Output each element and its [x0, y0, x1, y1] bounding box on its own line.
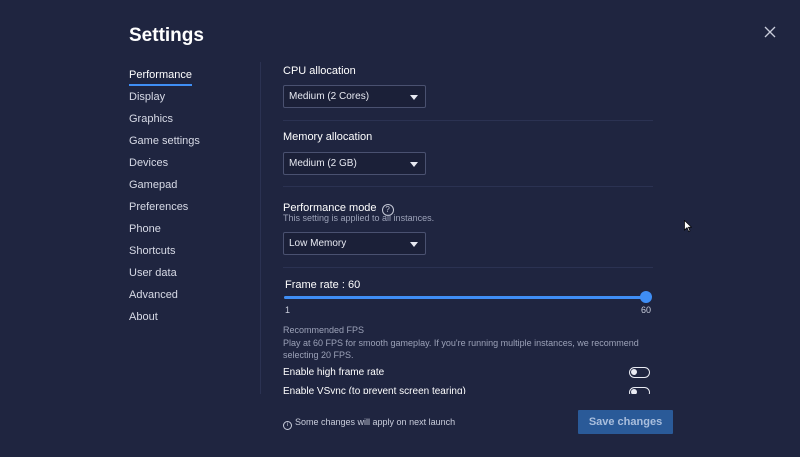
save-changes-button[interactable]: Save changes [578, 410, 673, 434]
page-title: Settings [129, 25, 204, 46]
mouse-cursor-icon [684, 220, 692, 232]
vsync-label: Enable VSync (to prevent screen tearing) [283, 386, 466, 394]
recommended-fps-title: Recommended FPS [283, 325, 365, 335]
sidebar-item-devices[interactable]: Devices [129, 152, 249, 174]
performance-mode-value: Low Memory [289, 238, 347, 249]
performance-mode-sublabel: This setting is applied to all instances… [283, 213, 435, 223]
sidebar-divider [260, 62, 261, 394]
sidebar-item-label: Gamepad [129, 179, 178, 191]
sidebar-item-about[interactable]: About [129, 306, 249, 328]
sidebar-item-display[interactable]: Display [129, 86, 249, 108]
sidebar-item-performance[interactable]: Performance [129, 64, 249, 86]
sidebar-item-label: About [129, 311, 158, 323]
settings-content: CPU allocation Medium (2 Cores) Memory a… [283, 62, 653, 394]
sidebar-item-label: Advanced [129, 289, 178, 301]
section-divider [283, 267, 653, 268]
recommended-fps-text: Play at 60 FPS for smooth gameplay. If y… [283, 338, 639, 360]
sidebar-item-shortcuts[interactable]: Shortcuts [129, 240, 249, 262]
cpu-allocation-value: Medium (2 Cores) [289, 91, 370, 102]
sidebar-item-phone[interactable]: Phone [129, 218, 249, 240]
section-divider [283, 120, 653, 121]
toggle-knob [631, 369, 637, 375]
cpu-allocation-dropdown[interactable]: Medium (2 Cores) [283, 85, 426, 108]
sidebar-item-gamepad[interactable]: Gamepad [129, 174, 249, 196]
info-icon: i [283, 421, 292, 430]
sidebar-item-preferences[interactable]: Preferences [129, 196, 249, 218]
chevron-down-icon [410, 162, 418, 167]
chevron-down-icon [410, 95, 418, 100]
toggle-knob [631, 389, 637, 394]
cpu-allocation-label: CPU allocation [283, 65, 356, 77]
sidebar-item-user-data[interactable]: User data [129, 262, 249, 284]
sidebar-item-advanced[interactable]: Advanced [129, 284, 249, 306]
restart-notice: i Some changes will apply on next launch [283, 417, 455, 430]
sidebar-item-label: Display [129, 91, 166, 103]
high-frame-rate-label: Enable high frame rate [283, 367, 385, 378]
frame-rate-label: Frame rate : 60 [285, 279, 361, 291]
sidebar-item-label: Performance [129, 66, 192, 86]
restart-notice-text: Some changes will apply on next launch [295, 417, 456, 427]
frame-rate-slider-track[interactable] [284, 296, 646, 299]
frame-rate-slider-thumb[interactable] [640, 291, 652, 303]
settings-sidebar: Performance Display Graphics Game settin… [129, 64, 249, 328]
memory-allocation-dropdown[interactable]: Medium (2 GB) [283, 152, 426, 175]
frame-rate-slider-fill [284, 296, 646, 299]
sidebar-item-label: Phone [129, 223, 161, 235]
frame-rate-max-label: 60 [641, 305, 652, 315]
vsync-toggle[interactable] [629, 387, 650, 394]
high-frame-rate-toggle[interactable] [629, 367, 650, 378]
chevron-down-icon [410, 242, 418, 247]
sidebar-item-label: Shortcuts [129, 245, 176, 257]
sidebar-item-game-settings[interactable]: Game settings [129, 130, 249, 152]
section-divider [283, 186, 653, 187]
sidebar-item-label: User data [129, 267, 177, 279]
memory-allocation-label: Memory allocation [283, 131, 373, 143]
sidebar-item-graphics[interactable]: Graphics [129, 108, 249, 130]
sidebar-item-label: Devices [129, 157, 169, 169]
memory-allocation-value: Medium (2 GB) [289, 158, 357, 169]
close-icon[interactable] [762, 24, 778, 40]
sidebar-item-label: Game settings [129, 135, 200, 147]
sidebar-item-label: Graphics [129, 113, 174, 125]
performance-mode-dropdown[interactable]: Low Memory [283, 232, 426, 255]
frame-rate-min-label: 1 [285, 305, 291, 315]
sidebar-item-label: Preferences [129, 201, 189, 213]
